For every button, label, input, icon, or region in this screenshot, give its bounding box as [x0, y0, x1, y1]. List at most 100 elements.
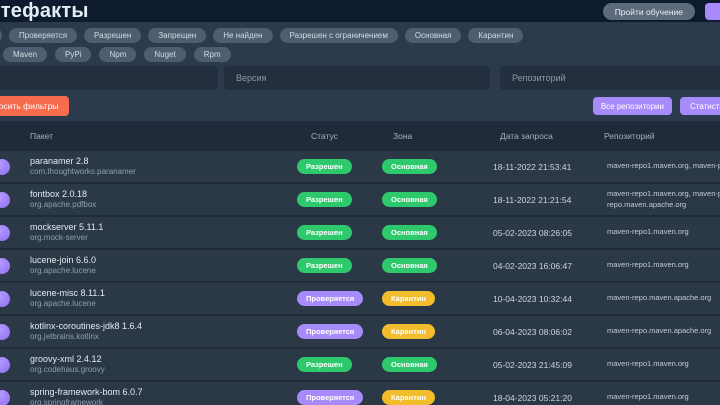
request-date: 18-11-2022 21:21:54 — [493, 194, 572, 205]
table-row[interactable]: paranamer 2.8 com.thoughtworks.paranamer Р… — [0, 151, 720, 182]
table-row[interactable]: mockserver 5.11.1 org.mock-server Разрешен… — [0, 217, 720, 248]
package-avatar-icon — [0, 290, 10, 307]
top-header-bar: Артефакты Пройти обучение — [0, 0, 720, 22]
zone-badge: Карантин — [382, 390, 435, 405]
zone-cell: Основная — [382, 258, 492, 273]
table-row[interactable]: kotlinx-coroutines-jdk8 1.6.4 org.jetbrai… — [0, 316, 720, 347]
status-badge: Разрешен — [297, 192, 352, 207]
repository-name: maven-repo1.maven.org — [607, 260, 689, 270]
package-text: lucene-join 6.6.0 org.apache.lucene — [30, 255, 96, 276]
request-date: 05-02-2023 21:45:09 — [493, 359, 572, 370]
package-avatar-icon — [0, 257, 10, 274]
zone-badge: Основная — [382, 258, 437, 273]
repository-cell: maven-repo1.maven.org — [604, 227, 720, 238]
status-badge: Разрешен — [297, 258, 352, 273]
status-filter-chip[interactable]: Разрешен с ограничением — [279, 28, 398, 43]
page-title: Артефакты — [0, 0, 89, 22]
package-cell: spring-framework-bom 6.0.7 org.springfram… — [0, 387, 297, 405]
status-filter-chip[interactable]: Не найден — [213, 28, 273, 43]
page-canvas: Артефакты Пройти обучение Проверяется Раз… — [0, 0, 720, 405]
reset-filters-button[interactable]: Сбросить фильтры — [0, 96, 70, 116]
status-filter-chip[interactable]: Запрещен — [148, 28, 207, 43]
package-cell: kotlinx-coroutines-jdk8 1.6.4 org.jetbrai… — [0, 321, 297, 342]
status-filter-chip[interactable]: Карантин — [468, 28, 524, 43]
column-header: Пакет — [30, 131, 53, 141]
zone-badge: Основная — [382, 225, 437, 240]
package-cell: mockserver 5.11.1 org.mock-server — [0, 222, 297, 243]
zone-cell: Карантин — [382, 390, 492, 405]
status-filter-chip[interactable]: Проверяется — [9, 28, 78, 43]
table-row[interactable]: spring-framework-bom 6.0.7 org.springfram… — [0, 382, 720, 405]
repository-cell: maven-repo1.maven.org, maven-plugins.gre… — [604, 189, 720, 211]
request-date: 18-04-2023 05:21:20 — [493, 392, 572, 403]
package-cell: paranamer 2.8 com.thoughtworks.paranamer — [0, 156, 297, 177]
status-cell: Проверяется — [297, 291, 382, 306]
package-avatar-icon — [0, 323, 10, 340]
table-row[interactable]: lucene-misc 8.11.1 org.apache.lucene Прове… — [0, 283, 720, 314]
status-badge: Проверяется — [297, 390, 364, 405]
type-filter-chip[interactable]: Maven — [3, 47, 48, 62]
package-name: mockserver 5.11.1 — [30, 221, 104, 232]
filter-inputs-row — [0, 66, 720, 90]
package-group: com.thoughtworks.paranamer — [30, 167, 136, 177]
table-row[interactable]: groovy-xml 2.4.12 org.codehaus.groovy Разр… — [0, 349, 720, 380]
column-header: Репозиторий — [604, 131, 655, 141]
cut-filter-chip[interactable] — [0, 28, 2, 43]
repository-cell: maven-repo1.maven.org — [604, 260, 720, 271]
status-badge: Проверяется — [297, 291, 364, 306]
table-row[interactable]: fontbox 2.0.18 org.apache.pdfbox Разрешен О… — [0, 184, 720, 215]
package-name: lucene-misc 8.11.1 — [30, 287, 105, 298]
statistics-button[interactable]: Статистика — [680, 97, 720, 115]
version-filter-input[interactable] — [224, 66, 490, 90]
package-name: fontbox 2.0.18 — [30, 188, 88, 199]
type-filter-chip[interactable]: Rpm — [193, 47, 231, 62]
package-avatar-icon — [0, 158, 10, 175]
package-name: paranamer 2.8 — [30, 155, 89, 166]
package-text: groovy-xml 2.4.12 org.codehaus.groovy — [30, 354, 105, 375]
zone-cell: Основная — [382, 159, 492, 174]
package-name: spring-framework-bom 6.0.7 — [30, 386, 143, 397]
request-date: 06-04-2023 08:06:02 — [493, 326, 572, 337]
zone-cell: Карантин — [382, 291, 492, 306]
repository-name: repo.maven.apache.org — [607, 199, 687, 209]
repository-cell: maven-repo1.maven.org — [604, 392, 720, 403]
table-row[interactable]: lucene-join 6.6.0 org.apache.lucene Разреш… — [0, 250, 720, 281]
package-group: org.springframework — [30, 398, 103, 405]
package-cell: groovy-xml 2.4.12 org.codehaus.groovy — [0, 354, 297, 375]
package-group: org.codehaus.groovy — [30, 365, 105, 375]
status-cell: Разрешен — [297, 225, 382, 240]
all-repositories-button[interactable]: Все репозитории — [592, 97, 672, 115]
type-filter-chip[interactable]: Nuget — [144, 47, 186, 62]
status-cell: Разрешен — [297, 159, 382, 174]
package-name: groovy-xml 2.4.12 — [30, 353, 102, 364]
package-text: fontbox 2.0.18 org.apache.pdfbox — [30, 189, 96, 210]
repository-name: maven-repo1.maven.org, maven-plugins.g — [607, 188, 720, 198]
repository-cell: maven-repo1.maven.org, maven-plugins.g — [604, 161, 720, 172]
repository-cell: maven-repo.maven.apache.org — [604, 326, 720, 337]
type-filter-chip[interactable]: Npm — [99, 47, 137, 62]
package-avatar-icon — [0, 191, 10, 208]
type-filter-chip[interactable]: PyPi — [55, 47, 92, 62]
package-group: org.mock-server — [30, 233, 88, 243]
package-cell: lucene-join 6.6.0 org.apache.lucene — [0, 255, 297, 276]
request-date: 05-02-2023 08:26:05 — [493, 227, 572, 238]
package-group: org.apache.lucene — [30, 299, 96, 309]
repository-cell: maven-repo.maven.apache.org — [604, 293, 720, 304]
package-text: spring-framework-bom 6.0.7 org.springfram… — [30, 387, 143, 405]
request-date: 18-11-2022 21:53:41 — [493, 161, 572, 172]
request-date: 04-02-2023 16:06:47 — [493, 260, 572, 271]
artifacts-table: Пакет Статус Зона Дата запроса Репозиторий p… — [0, 121, 720, 405]
training-button[interactable]: Пройти обучение — [602, 2, 695, 20]
status-cell: Разрешен — [297, 258, 382, 273]
column-header: Статус — [311, 131, 338, 141]
status-filter-chip[interactable]: Разрешен — [84, 28, 142, 43]
package-text: kotlinx-coroutines-jdk8 1.6.4 org.jetbrai… — [30, 321, 142, 342]
package-text: paranamer 2.8 com.thoughtworks.paranamer — [30, 156, 136, 177]
name-filter-input[interactable] — [0, 66, 218, 90]
edge-cut-purple-button[interactable] — [705, 2, 720, 20]
package-avatar-icon — [0, 389, 10, 405]
status-filter-chip[interactable]: Основная — [404, 28, 462, 43]
status-badge: Разрешен — [297, 225, 352, 240]
repository-name: maven-repo1.maven.org — [607, 359, 689, 369]
repository-filter-input[interactable] — [500, 66, 720, 90]
